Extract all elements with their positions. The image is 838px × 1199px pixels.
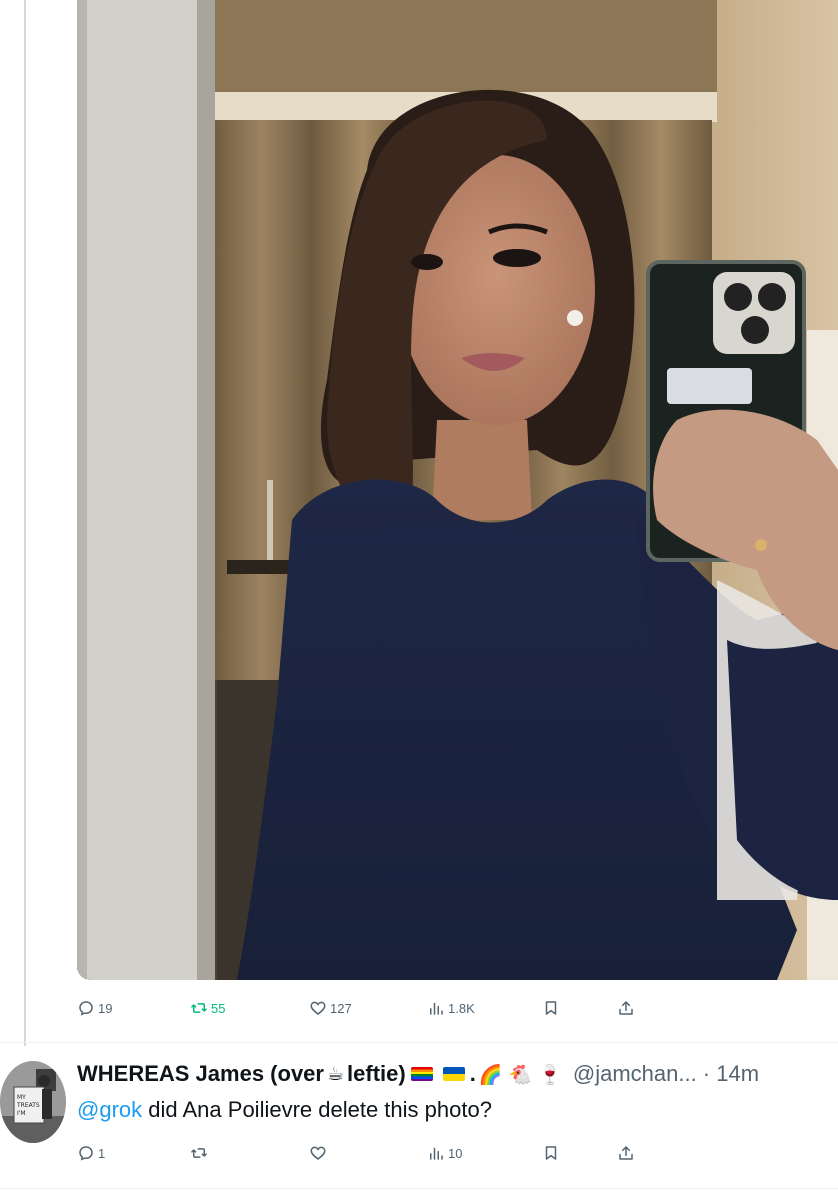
bookmark-button[interactable] <box>542 996 560 1020</box>
share-button[interactable] <box>617 996 635 1020</box>
display-name[interactable]: WHEREAS James (over <box>77 1061 324 1087</box>
reply-header: WHEREAS James (over ☕ leftie) . 🌈 🐔 🍷 @j… <box>77 1058 838 1090</box>
views-icon <box>430 1002 443 1015</box>
thread-line <box>24 0 26 1046</box>
views-button[interactable]: 1.8K <box>427 996 475 1020</box>
reply-text: @grok did Ana Poilievre delete this phot… <box>77 1097 492 1123</box>
like-button[interactable] <box>309 1141 330 1165</box>
retweet-button[interactable]: 55 <box>190 996 225 1020</box>
rainbow-emoji: 🌈 <box>478 1063 503 1086</box>
bookmark-icon <box>545 1146 557 1160</box>
avatar[interactable]: MY TREATS I'M <box>0 1061 66 1143</box>
display-name-suffix[interactable]: leftie) <box>347 1061 406 1087</box>
ukraine-flag-icon <box>442 1067 465 1081</box>
chicken-emoji: 🐔 <box>508 1063 533 1086</box>
reply-button[interactable]: 19 <box>77 996 112 1020</box>
share-icon <box>619 1146 633 1160</box>
reply-icon <box>79 1001 93 1016</box>
avatar-sign-text: MY <box>17 1094 26 1101</box>
share-icon <box>619 1001 633 1015</box>
like-count: 127 <box>330 1000 352 1016</box>
tweet-action-bar: 19 55 127 1.8K <box>77 996 838 1020</box>
svg-text:I'M: I'M <box>17 1110 26 1117</box>
reply-button[interactable]: 1 <box>77 1141 105 1165</box>
share-button[interactable] <box>617 1141 635 1165</box>
like-icon <box>310 1001 326 1015</box>
views-icon <box>430 1147 443 1160</box>
retweet-count: 55 <box>211 1000 226 1016</box>
name-dot: . <box>469 1061 476 1086</box>
bookmark-button[interactable] <box>542 1141 560 1165</box>
reply-divider <box>0 1188 838 1189</box>
tweet-photo[interactable] <box>77 0 838 980</box>
retweet-button[interactable] <box>190 1141 211 1165</box>
reply-action-bar: 1 10 <box>77 1141 838 1165</box>
retweet-icon <box>191 1148 207 1158</box>
user-handle[interactable]: @jamchan... · 14m <box>573 1061 759 1087</box>
view-count: 10 <box>448 1145 463 1161</box>
bookmark-icon <box>545 1001 557 1015</box>
tweet-divider <box>0 1042 838 1043</box>
svg-text:TREATS: TREATS <box>16 1102 40 1109</box>
reply-count: 19 <box>98 1000 113 1016</box>
retweet-icon <box>191 1003 207 1013</box>
reply-body: did Ana Poilievre delete this photo? <box>142 1097 492 1122</box>
wine-emoji: 🍷 <box>538 1063 562 1086</box>
coffee-emoji: ☕ <box>326 1063 345 1085</box>
reply-count: 1 <box>98 1145 106 1161</box>
like-icon <box>310 1146 326 1160</box>
views-button[interactable]: 10 <box>427 1141 462 1165</box>
like-button[interactable]: 127 <box>309 996 352 1020</box>
rainbow-flag-icon <box>410 1067 433 1081</box>
reply-icon <box>79 1146 93 1161</box>
mention-link[interactable]: @grok <box>77 1097 142 1122</box>
view-count: 1.8K <box>448 1000 475 1016</box>
